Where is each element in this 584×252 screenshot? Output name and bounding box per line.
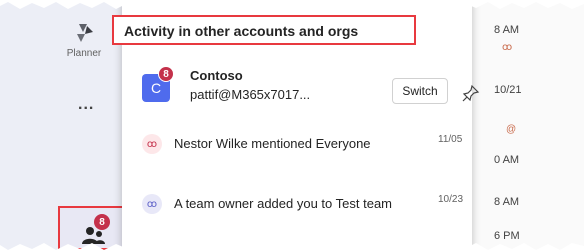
- pin-icon[interactable]: [462, 84, 480, 102]
- mention-icon: ꝏ: [142, 134, 162, 154]
- notification-date: 11/05: [438, 134, 463, 145]
- torn-edge-top: [0, 0, 584, 9]
- notification-text: A team owner added you to Test team: [174, 196, 393, 211]
- time-label: 8 AM: [494, 196, 520, 208]
- date-label: 10/21: [494, 84, 522, 96]
- activity-badge: 8: [94, 214, 110, 230]
- team-icon: ꝏ: [142, 194, 162, 214]
- at-mention-icon: @: [506, 124, 517, 135]
- rail-label-planner: Planner: [66, 48, 102, 59]
- account-name: Contoso: [190, 68, 243, 83]
- time-label: 6 PM: [494, 230, 520, 242]
- switch-button[interactable]: Switch: [392, 78, 448, 104]
- planner-icon: [77, 24, 93, 42]
- account-email: pattif@M365x7017...: [190, 87, 311, 102]
- account-row-contoso[interactable]: C 8 Contoso pattif@M365x7017... Switch: [142, 66, 480, 110]
- more-apps-button[interactable]: ...: [78, 96, 94, 114]
- flyout-header: Activity in other accounts and orgs: [112, 15, 416, 45]
- app-rail: Planner ... 8: [0, 0, 124, 252]
- people-icon-small: ꝏ: [502, 42, 513, 53]
- account-badge: 8: [158, 66, 174, 82]
- time-label: 8 AM: [494, 24, 520, 36]
- notification-date: 10/23: [438, 194, 464, 205]
- notification-text: Nestor Wilke mentioned Everyone: [174, 136, 371, 151]
- time-label: 0 AM: [494, 154, 520, 166]
- flyout-title: Activity in other accounts and orgs: [124, 23, 359, 39]
- chat-time-column: 8 AM ꝏ 10/21 @ 0 AM 8 AM 6 PM: [472, 0, 584, 252]
- activity-flyout: Activity in other accounts and orgs C 8 …: [112, 0, 480, 252]
- torn-edge-bottom: [0, 243, 584, 252]
